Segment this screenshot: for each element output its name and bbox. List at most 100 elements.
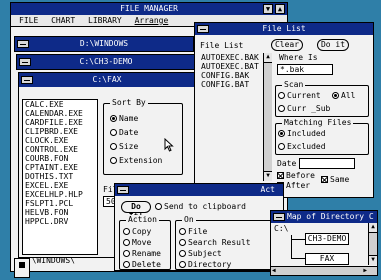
file-list-scrollbar[interactable]: ▲ ▼ xyxy=(263,53,272,181)
dir-window-ch3demo-titlebar[interactable]: C:\CH3-DEMO xyxy=(17,55,195,69)
radio-icon[interactable] xyxy=(179,239,186,246)
scroll-down-icon[interactable]: ▼ xyxy=(264,171,272,181)
action-move[interactable]: Move xyxy=(123,238,151,248)
radio-icon[interactable] xyxy=(155,203,162,210)
list-item[interactable]: CLIPBRD.EXE xyxy=(23,127,97,136)
list-item[interactable]: CONFIG.BAT xyxy=(199,80,271,89)
system-menu-icon[interactable] xyxy=(273,213,285,221)
radio-icon[interactable] xyxy=(123,261,130,268)
scan-group: Scan Current All Curr _Sub xyxy=(275,80,369,117)
system-menu-icon[interactable] xyxy=(19,58,31,66)
matching-option-included[interactable]: Included xyxy=(278,129,326,139)
list-item[interactable]: AUTOEXEC.BAT xyxy=(199,62,271,71)
radio-icon[interactable] xyxy=(110,129,117,136)
radio-icon[interactable] xyxy=(123,250,130,257)
list-item[interactable]: HPPCL.DRV xyxy=(23,217,97,226)
radio-icon[interactable] xyxy=(179,228,186,235)
clear-button[interactable]: Clear xyxy=(271,39,303,51)
list-item[interactable]: CARDFILE.EXE xyxy=(23,118,97,127)
list-item[interactable]: HELVB.FON xyxy=(23,208,97,217)
sort-option-extension[interactable]: Extension xyxy=(110,156,162,166)
menu-library[interactable]: LIBRARY xyxy=(88,16,122,25)
minimize-arrow-icon[interactable]: ▼ xyxy=(263,4,273,14)
date-input[interactable] xyxy=(299,158,355,169)
map-root[interactable]: C:\ xyxy=(274,224,288,234)
scroll-right-icon[interactable]: ▶ xyxy=(363,267,367,275)
list-item[interactable]: COURB.FON xyxy=(23,154,97,163)
checkbox-checked-icon[interactable] xyxy=(277,172,284,179)
list-item[interactable]: EXCEL.EXE xyxy=(23,181,97,190)
system-menu-icon[interactable] xyxy=(17,40,29,48)
scroll-up-icon[interactable]: ▲ xyxy=(369,223,377,233)
list-item[interactable]: CALC.EXE xyxy=(23,100,97,109)
map-hscrollbar[interactable]: ◀ ▶ xyxy=(271,266,377,275)
send-to-clipboard-option[interactable]: Send to clipboard xyxy=(155,202,246,212)
radio-icon[interactable] xyxy=(278,143,285,150)
list-item[interactable]: CLOCK.EXE xyxy=(23,136,97,145)
search-results-list[interactable]: AUTOEXEC.BAK AUTOEXEC.BAT CONFIG.BAK CON… xyxy=(199,53,271,113)
radio-icon[interactable] xyxy=(123,239,130,246)
list-item[interactable]: CONFIG.BAK xyxy=(199,71,271,80)
dir-window-fax-titlebar[interactable]: C:\FAX xyxy=(19,73,195,87)
radio-icon[interactable] xyxy=(179,261,186,268)
menu-chart[interactable]: CHART xyxy=(51,16,75,25)
scroll-up-icon[interactable]: ▲ xyxy=(264,53,272,63)
sort-option-name[interactable]: Name xyxy=(110,114,138,124)
map-scrollbar[interactable]: ▲ ▼ xyxy=(368,223,377,265)
on-subject[interactable]: Subject xyxy=(179,249,222,259)
file-list-titlebar[interactable]: File List xyxy=(195,23,373,35)
action-titlebar[interactable]: Act xyxy=(115,184,283,196)
menu-arrange[interactable]: Arrange xyxy=(135,16,169,25)
do-it-action-button[interactable]: Do It! xyxy=(121,201,151,221)
matching-option-excluded[interactable]: Excluded xyxy=(278,142,326,152)
same-checkbox[interactable]: Same xyxy=(321,175,349,185)
scroll-down-icon[interactable]: ▼ xyxy=(369,255,377,265)
list-item[interactable]: CPTAINT.EXE xyxy=(23,163,97,172)
on-directory[interactable]: Directory xyxy=(179,260,231,270)
radio-icon[interactable] xyxy=(278,105,285,112)
radio-selected-icon[interactable] xyxy=(110,115,117,122)
radio-icon[interactable] xyxy=(278,92,285,99)
system-menu-icon[interactable] xyxy=(197,25,209,33)
action-rename[interactable]: Rename xyxy=(123,249,161,259)
list-item[interactable]: AUTOEXEC.BAK xyxy=(199,53,271,62)
sort-by-label: Sort By xyxy=(110,98,148,108)
on-search-result[interactable]: Search Result xyxy=(179,238,251,248)
checkbox-checked-icon[interactable] xyxy=(321,176,328,183)
scan-option-curr-sub[interactable]: Curr _Sub xyxy=(278,104,330,114)
map-dir-fax[interactable]: FAX xyxy=(305,253,349,265)
list-item[interactable]: EXCELHLP.HLP xyxy=(23,190,97,199)
radio-icon[interactable] xyxy=(110,143,117,150)
disk-drive-icon[interactable] xyxy=(14,258,30,278)
maximize-arrow-icon[interactable]: ▲ xyxy=(275,4,285,14)
system-menu-icon[interactable] xyxy=(117,186,129,194)
radio-icon[interactable] xyxy=(179,250,186,257)
sort-option-date[interactable]: Date xyxy=(110,128,138,138)
on-file[interactable]: File xyxy=(179,227,207,237)
sort-option-size[interactable]: Size xyxy=(110,142,138,152)
before-checkbox[interactable]: Before xyxy=(277,171,315,181)
radio-icon[interactable] xyxy=(123,228,130,235)
list-item[interactable]: CONTROL.EXE xyxy=(23,145,97,154)
list-item[interactable]: DOTHIS.TXT xyxy=(23,172,97,181)
map-titlebar[interactable]: Map of Directory C xyxy=(271,211,377,223)
map-dir-ch3demo[interactable]: CH3-DEMO xyxy=(305,233,349,245)
menu-file[interactable]: FILE xyxy=(19,16,38,25)
do-it-button[interactable]: Do it xyxy=(317,39,349,51)
action-delete[interactable]: Delete xyxy=(123,260,161,270)
radio-selected-icon[interactable] xyxy=(332,92,339,99)
dir-window-windows-titlebar[interactable]: D:\WINDOWS xyxy=(15,37,193,51)
file-manager-titlebar[interactable]: FILE MANAGER xyxy=(11,3,287,15)
list-item[interactable]: FSLPT1.PCL xyxy=(23,199,97,208)
scan-option-current[interactable]: Current xyxy=(278,91,321,101)
radio-selected-icon[interactable] xyxy=(278,130,285,137)
where-is-input[interactable]: *.bak xyxy=(277,64,333,75)
list-item[interactable]: CALENDAR.EXE xyxy=(23,109,97,118)
action-copy[interactable]: Copy xyxy=(123,227,151,237)
scroll-left-icon[interactable]: ◀ xyxy=(272,267,276,275)
matching-files-label: Matching Files xyxy=(282,118,354,128)
system-menu-icon[interactable] xyxy=(21,76,33,84)
scan-option-all[interactable]: All xyxy=(332,91,355,101)
fax-file-list[interactable]: CALC.EXE CALENDAR.EXE CARDFILE.EXE CLIPB… xyxy=(22,99,98,255)
radio-icon[interactable] xyxy=(110,157,117,164)
